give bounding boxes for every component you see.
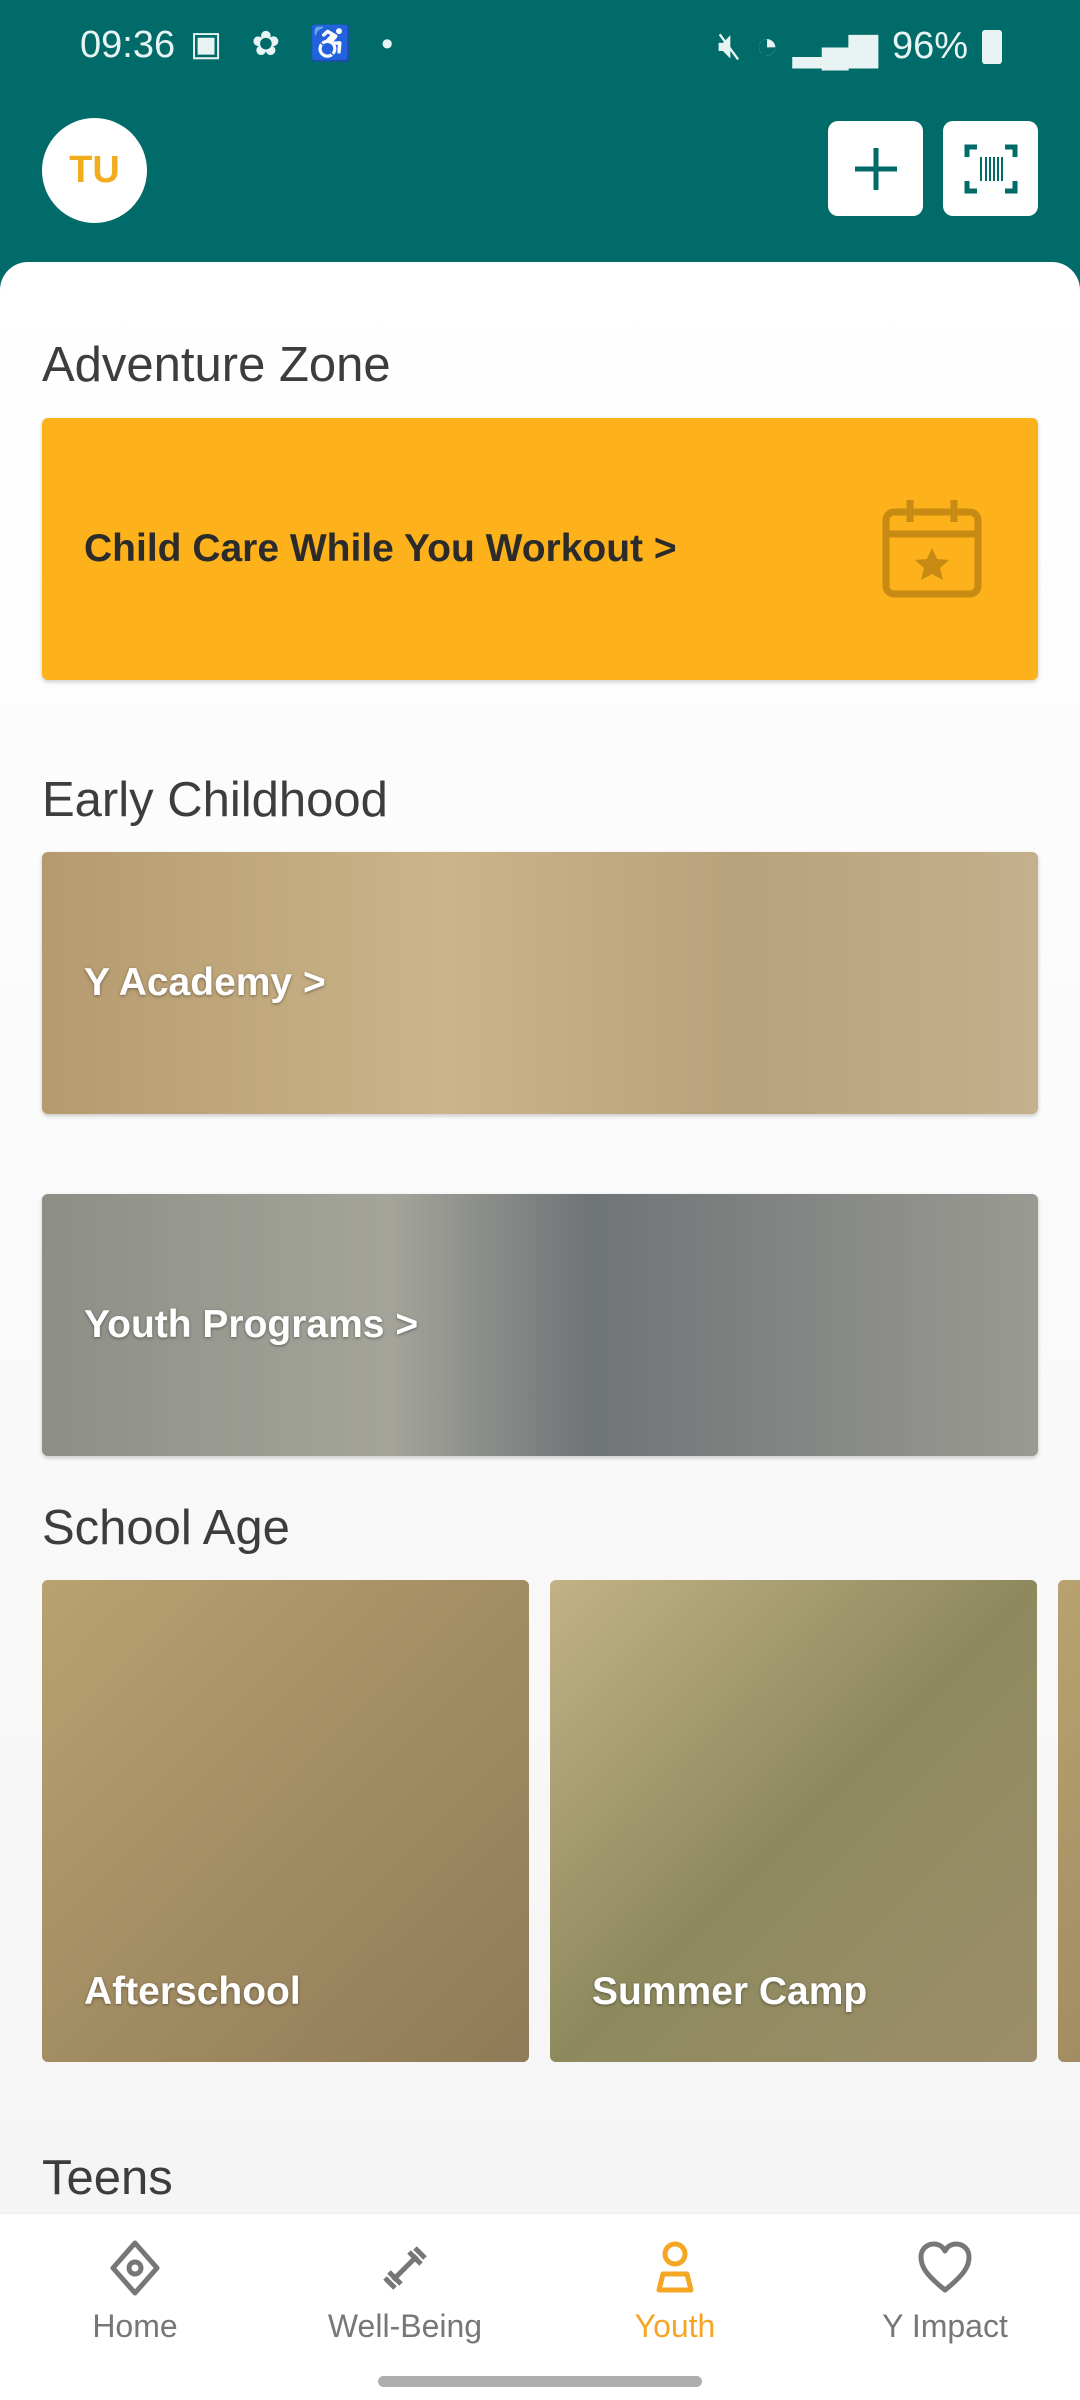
plus-icon [854,147,897,190]
content[interactable]: Adventure Zone Child Care While You Work… [0,262,1080,2213]
child-care-card[interactable]: Child Care While You Workout > [42,418,1038,680]
section-title: Teens [42,2151,173,2205]
heart-icon [918,2241,972,2293]
status-time: 09:36 [80,24,176,66]
youth-programs-card[interactable]: Youth Programs > [42,1194,1038,1456]
scan-button[interactable] [943,121,1038,216]
dumbbell-icon [383,2246,427,2290]
afterschool-card[interactable]: Afterschool [42,1580,529,2062]
add-button[interactable] [828,121,923,216]
battery-icon [982,29,1002,64]
section-title: School Age [42,1501,290,1555]
mute-icon: 🔇︎ [717,25,742,67]
home-indicator[interactable] [378,2376,702,2387]
nav-well-being[interactable]: Well-Being [270,2238,540,2345]
y-academy-card[interactable]: Y Academy > [42,852,1038,1114]
signal-icon: ▂▄▆ [792,26,878,68]
home-diamond-icon [110,2240,160,2296]
person-icon [656,2241,694,2293]
nav-home[interactable]: Home [0,2238,270,2345]
calendar-star-icon [882,500,982,598]
status-bar: 09:36 ▣ ✿ ♿ • 🔇︎ ◔ ▂▄▆ 96% [0,0,1080,90]
avatar[interactable]: TU [42,118,147,223]
barcode-scan-icon [964,144,1017,193]
nav-y-impact[interactable]: Y Impact [810,2238,1080,2345]
bottom-nav: Home Well-Being Youth Y Impact [0,2213,1080,2400]
battery-text: 96% [891,25,968,67]
next-card-peek[interactable] [1058,1580,1080,2062]
section-title: Early Childhood [42,773,388,827]
summer-camp-card[interactable]: Summer Camp [550,1580,1037,2062]
section-title: Adventure Zone [42,338,391,392]
nav-youth[interactable]: Youth [540,2238,810,2345]
wifi-icon: ◔ [755,25,779,67]
notification-icons: ▣ ✿ ♿ • [190,25,404,63]
